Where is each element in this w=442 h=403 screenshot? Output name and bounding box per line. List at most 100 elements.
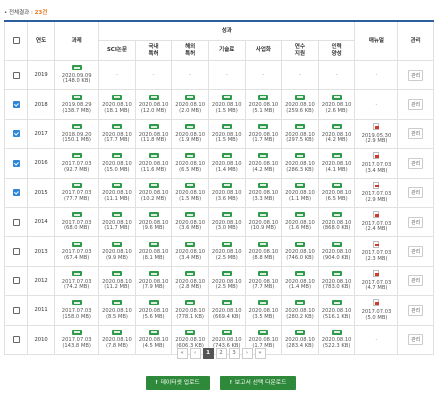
file-link[interactable]: 2020.08.10 (606.3 KB)	[172, 329, 208, 350]
file-link[interactable]: 2020.08.10 (11.7 MB)	[99, 212, 135, 232]
file-link[interactable]: 2020.08.10 (1.7 MB)	[246, 124, 282, 144]
file-link[interactable]: 2020.08.10 (1.7 MB)	[246, 329, 282, 350]
file-link[interactable]: 2017.07.03 (74.2 MB)	[55, 271, 98, 291]
file-link[interactable]: 2020.08.10 (1.1 MB)	[282, 182, 318, 203]
file-link[interactable]: 2020.08.10 (3.5 MB)	[246, 300, 282, 320]
file-link[interactable]: 2020.08.10 (2.8 MB)	[172, 271, 208, 291]
file-link[interactable]: 2020.08.10 (11.6 MB)	[136, 153, 172, 173]
manage-button[interactable]: 관리	[408, 216, 424, 228]
file-link[interactable]: 2020.08.10 (286.3 KB)	[282, 153, 318, 173]
file-link[interactable]: 2020.08.10 (12.0 MB)	[136, 94, 172, 115]
upload-dataset-button[interactable]: ⭱ 데이터셋 업로드	[145, 376, 210, 390]
file-link[interactable]: 2017.07.03 (5.0 MB)	[355, 299, 397, 321]
next-page-button[interactable]: ›	[241, 348, 253, 359]
file-link[interactable]: 2020.08.10 (2.0 MB)	[172, 94, 208, 115]
file-link[interactable]: 2020.08.10 (283.4 KB)	[282, 329, 318, 350]
manage-button[interactable]: 관리	[408, 157, 424, 169]
file-link[interactable]: 2020.08.10 (1.9 MB)	[172, 124, 208, 144]
manage-button[interactable]: 관리	[408, 69, 424, 81]
file-link[interactable]: 2020.08.10 (11.8 MB)	[136, 124, 172, 144]
prev-page-button[interactable]: ‹	[189, 348, 201, 359]
file-link[interactable]: 2017.07.03 (2.3 MB)	[355, 240, 397, 263]
file-link[interactable]: 2017.07.03 (158.0 MB)	[55, 300, 98, 320]
file-link[interactable]: 2020.08.10 (6.5 MB)	[319, 182, 355, 203]
file-link[interactable]: 2020.08.10 (3.3 MB)	[246, 182, 282, 203]
file-link[interactable]: 2020.08.10 (3.6 MB)	[209, 182, 245, 203]
file-link[interactable]: 2020.08.10 (10.2 MB)	[136, 182, 172, 203]
manage-button[interactable]: 관리	[408, 275, 424, 287]
file-link[interactable]: 2017.07.03 (2.9 MB)	[355, 181, 397, 204]
row-select-cell[interactable]	[4, 236, 28, 267]
file-link[interactable]: 2019.08.29 (138.7 MB)	[55, 94, 98, 115]
file-link[interactable]: 2020.08.10 (4.2 MB)	[246, 153, 282, 173]
file-link[interactable]: 2020.08.10 (11.2 MB)	[99, 271, 135, 291]
file-link[interactable]: 2020.08.10 (7.7 MB)	[246, 271, 282, 291]
select-all-checkbox[interactable]	[12, 37, 20, 44]
row-checkbox[interactable]	[12, 336, 20, 344]
file-link[interactable]: 2020.08.10 (7.9 MB)	[136, 271, 172, 291]
file-link[interactable]: 2020.08.10 (297.5 KB)	[282, 124, 318, 144]
file-link[interactable]: 2017.07.03 (67.4 MB)	[55, 241, 98, 262]
file-link[interactable]: 2020.08.10 (10.9 MB)	[246, 212, 282, 232]
select-all-header[interactable]	[4, 20, 28, 61]
file-link[interactable]: 2020.08.10 (2.5 MB)	[209, 241, 245, 262]
file-link[interactable]: 2020.08.10 (8.1 MB)	[136, 241, 172, 262]
file-link[interactable]: 2020.08.10 (778.1 KB)	[172, 300, 208, 320]
file-link[interactable]: 2020.08.10 (1.4 MB)	[209, 153, 245, 173]
file-link[interactable]: 2017.07.03 (3.4 MB)	[355, 152, 397, 174]
page-1-button[interactable]: 1	[202, 348, 214, 359]
file-link[interactable]: 2017.07.03 (92.7 MB)	[55, 153, 98, 173]
file-link[interactable]: 2020.08.10 (5.6 MB)	[136, 300, 172, 320]
manage-button[interactable]: 관리	[408, 304, 424, 316]
file-link[interactable]: 2020.08.10 (5.1 MB)	[246, 94, 282, 115]
manage-button[interactable]: 관리	[408, 128, 424, 140]
row-checkbox[interactable]	[12, 248, 20, 256]
file-link[interactable]: 2019.05.30 (2.9 MB)	[355, 123, 397, 145]
file-link[interactable]: 2020.08.10 (1.5 MB)	[172, 182, 208, 203]
file-link[interactable]: 2020.08.10 (8.8 MB)	[246, 241, 282, 262]
row-select-cell[interactable]	[4, 59, 28, 91]
row-checkbox[interactable]	[12, 101, 20, 109]
row-select-cell[interactable]	[4, 206, 28, 238]
file-link[interactable]: 2020.08.10 (4.1 MB)	[319, 153, 355, 173]
file-link[interactable]: 2020.08.10 (669.4 KB)	[209, 300, 245, 320]
file-link[interactable]: 2017.07.03 (4.7 MB)	[355, 270, 397, 292]
file-link[interactable]: 2020.08.10 (11.1 MB)	[99, 182, 135, 203]
row-checkbox[interactable]	[12, 130, 20, 138]
file-link[interactable]: 2020.08.10 (516.1 KB)	[319, 300, 355, 320]
row-checkbox[interactable]	[12, 306, 20, 314]
file-link[interactable]: 2020.08.10 (743.6 KB)	[209, 329, 245, 350]
row-select-cell[interactable]	[4, 295, 28, 326]
file-link[interactable]: 2020.08.10 (1.5 MB)	[209, 124, 245, 144]
file-link[interactable]: 2020.08.10 (6.5 MB)	[172, 153, 208, 173]
file-link[interactable]: 2017.07.03 (143.8 MB)	[55, 329, 98, 350]
manage-button[interactable]: 관리	[408, 246, 424, 258]
file-link[interactable]: 2017.07.03 (77.7 MB)	[55, 182, 98, 203]
file-link[interactable]: 2020.08.10 (2.6 MB)	[319, 94, 355, 115]
last-page-button[interactable]: »	[254, 348, 266, 359]
file-link[interactable]: 2020.08.10 (746.0 KB)	[282, 241, 318, 262]
file-link[interactable]: 2020.08.10 (8.5 MB)	[99, 300, 135, 320]
file-link[interactable]: 2020.08.10 (259.6 KB)	[282, 94, 318, 115]
manage-button[interactable]: 관리	[408, 334, 424, 346]
file-link[interactable]: 2020.08.10 (4.5 MB)	[136, 329, 172, 350]
file-link[interactable]: 2020.08.10 (7.8 MB)	[99, 329, 135, 350]
file-link[interactable]: 2020.08.10 (3.6 MB)	[172, 212, 208, 232]
row-checkbox[interactable]	[12, 189, 20, 197]
file-link[interactable]: 2020.08.10 (783.0 KB)	[319, 271, 355, 291]
file-link[interactable]: 2020.08.10 (1.4 MB)	[282, 271, 318, 291]
file-link[interactable]: 2020.08.10 (2.5 MB)	[209, 271, 245, 291]
file-link[interactable]: 2020.08.10 (9.9 MB)	[99, 241, 135, 262]
row-select-cell[interactable]	[4, 89, 28, 120]
file-link[interactable]: 2018.09.20 (150.1 MB)	[55, 124, 98, 144]
file-link[interactable]: 2020.08.10 (3.0 MB)	[209, 212, 245, 232]
file-link[interactable]: 2020.08.10 (868.0 KB)	[319, 212, 355, 232]
file-link[interactable]: 2020.08.10 (1.5 MB)	[209, 94, 245, 115]
file-link[interactable]: 2020.08.10 (4.2 MB)	[319, 124, 355, 144]
page-2-button[interactable]: 2	[215, 348, 227, 359]
download-report-button[interactable]: ⭱ 보고서 선택 다운로드	[219, 376, 297, 390]
file-link[interactable]: 2020.08.10 (280.2 KB)	[282, 300, 318, 320]
file-link[interactable]: 2020.08.10 (18.1 MB)	[99, 94, 135, 115]
page-3-button[interactable]: 3	[228, 348, 240, 359]
row-checkbox[interactable]	[12, 277, 20, 285]
